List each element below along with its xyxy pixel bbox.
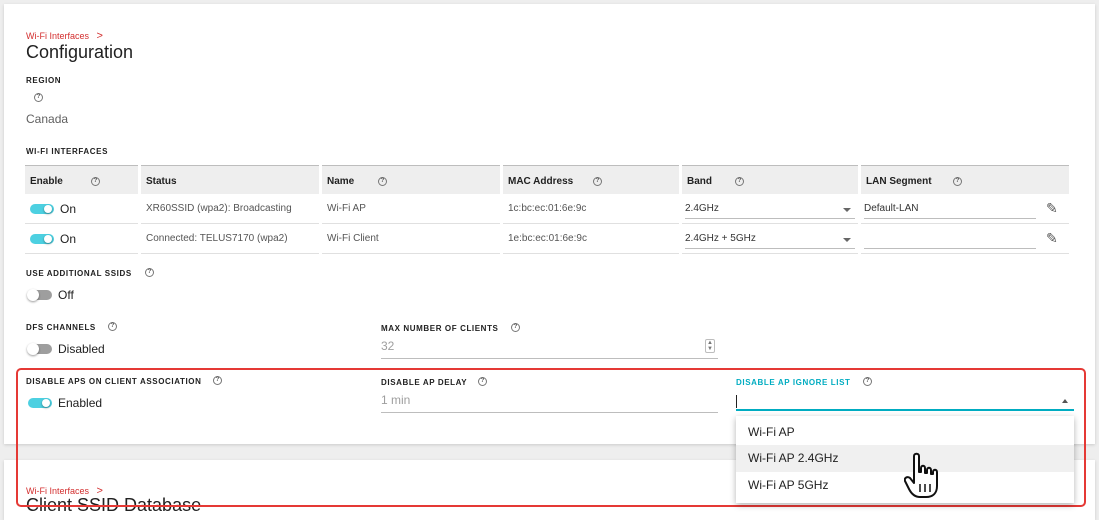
table-row: On XR60SSID (wpa2): Broadcasting Wi-Fi A… [25, 194, 1069, 224]
mac-cell: 1c:bc:ec:01:6e:9c [503, 194, 679, 224]
question-circle-icon[interactable]: ? [145, 268, 154, 277]
question-circle-icon[interactable]: ? [91, 177, 100, 186]
dfs-channels-label: DFS CHANNELS [26, 323, 96, 332]
name-cell: Wi-Fi AP [322, 194, 500, 224]
question-circle-icon[interactable]: ? [735, 177, 744, 186]
pencil-icon[interactable]: ✎ [1046, 230, 1058, 247]
max-clients-input[interactable]: 32 [381, 339, 718, 359]
lan-segment-field[interactable] [864, 233, 1036, 249]
breadcrumb-link[interactable]: Wi-Fi Interfaces [26, 31, 89, 41]
region-label: REGION [26, 76, 62, 85]
band-select-value[interactable]: 2.4GHz [685, 203, 855, 219]
question-circle-icon[interactable]: ? [953, 177, 962, 186]
question-circle-icon[interactable]: ? [378, 177, 387, 186]
additional-ssids-toggle-group[interactable]: Off [27, 286, 74, 304]
lan-segment-cell: Default-LAN ✎ [861, 194, 1069, 224]
chevron-right-icon: > [96, 30, 103, 42]
enable-cell: On [25, 194, 138, 224]
question-circle-icon[interactable]: ? [34, 93, 43, 102]
enable-toggle[interactable] [30, 203, 54, 214]
page-title: Configuration [26, 42, 134, 62]
caret-down-icon [843, 238, 851, 242]
column-header-enable[interactable]: Enable? [25, 165, 138, 194]
question-circle-icon[interactable]: ? [593, 177, 602, 186]
status-cell: XR60SSID (wpa2): Broadcasting [141, 194, 319, 224]
question-circle-icon[interactable]: ? [108, 322, 117, 331]
band-select-value[interactable]: 2.4GHz + 5GHz [685, 233, 855, 249]
column-header-mac[interactable]: MAC Address? [503, 165, 679, 194]
region-value: Canada [26, 112, 69, 126]
max-clients-label: MAX NUMBER OF CLIENTS [381, 324, 499, 333]
mac-cell: 1e:bc:ec:01:6e:9c [503, 224, 679, 254]
lan-segment-field[interactable]: Default-LAN [864, 203, 1036, 219]
table-row: On Connected: TELUS7170 (wpa2) Wi-Fi Cli… [25, 224, 1069, 254]
band-select[interactable]: 2.4GHz + 5GHz [682, 224, 858, 254]
question-circle-icon[interactable]: ? [511, 323, 520, 332]
caret-down-icon [843, 208, 851, 212]
dfs-toggle[interactable] [27, 342, 52, 355]
dfs-toggle-group[interactable]: Disabled [27, 340, 105, 358]
dropdown-option[interactable]: Wi-Fi AP [736, 419, 1074, 446]
column-header-status[interactable]: Status [141, 165, 319, 194]
pencil-icon[interactable]: ✎ [1046, 200, 1058, 217]
column-header-lan-segment[interactable]: LAN Segment? [861, 165, 1069, 194]
enable-toggle[interactable] [30, 233, 54, 244]
wifi-interfaces-label: WI-FI INTERFACES [26, 147, 109, 156]
name-cell: Wi-Fi Client [322, 224, 500, 254]
wifi-interfaces-table: Enable? Status Name? MAC Address? Band? … [22, 165, 1072, 254]
number-stepper[interactable]: ▲ ▼ [705, 339, 715, 353]
lan-segment-cell: ✎ [861, 224, 1069, 254]
additional-ssids-label: USE ADDITIONAL SSIDS [26, 269, 132, 278]
table-header-row: Enable? Status Name? MAC Address? Band? … [25, 165, 1069, 194]
additional-ssids-toggle[interactable] [27, 288, 52, 301]
status-cell: Connected: TELUS7170 (wpa2) [141, 224, 319, 254]
hand-pointer-icon [904, 452, 938, 498]
enable-cell: On [25, 224, 138, 254]
band-select[interactable]: 2.4GHz [682, 194, 858, 224]
column-header-name[interactable]: Name? [322, 165, 500, 194]
column-header-band[interactable]: Band? [682, 165, 858, 194]
